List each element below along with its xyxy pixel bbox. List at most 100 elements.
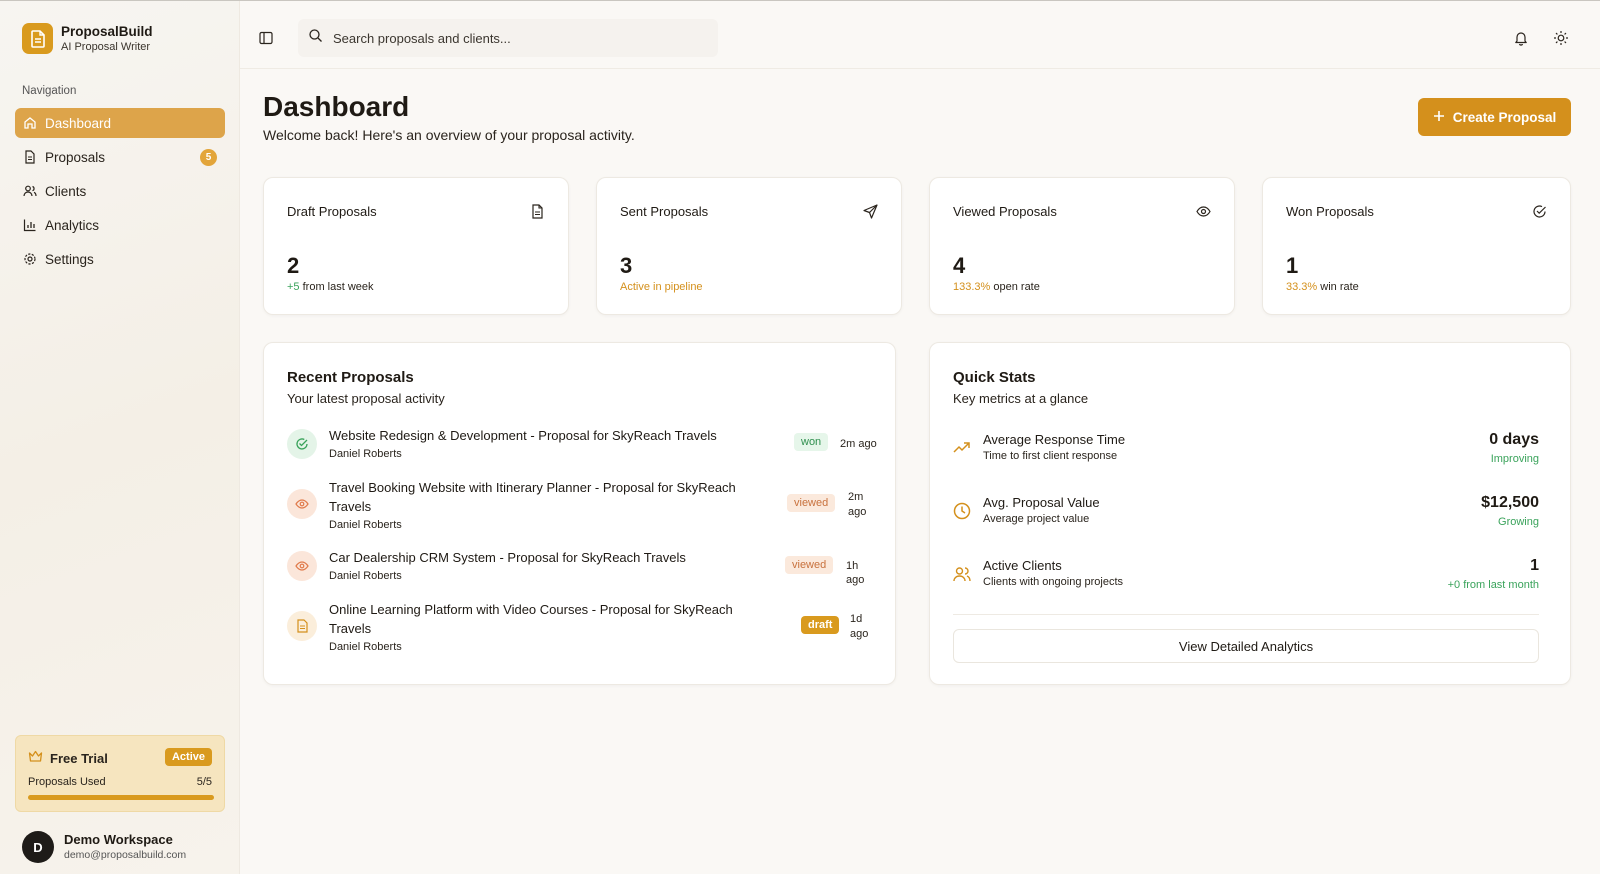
proposal-title-line-2: Travels — [329, 499, 372, 514]
quick-stat-response-time: Average Response Time Time to first clie… — [953, 431, 1539, 472]
stat-value: 3 — [620, 253, 633, 278]
quick-stat-value: 0 days — [1489, 431, 1539, 448]
brand-name: ProposalBuild — [61, 23, 153, 39]
stat-card-draft: Draft Proposals 2 +5 from last week — [263, 177, 569, 315]
trial-title: Free Trial — [28, 750, 108, 766]
create-proposal-button[interactable]: Create Proposal — [1418, 98, 1571, 136]
stat-value: 1 — [1286, 253, 1299, 278]
page-title: Dashboard — [263, 91, 410, 122]
sidebar-item-settings[interactable]: Settings — [15, 244, 225, 274]
stat-sub-highlight: 133.3% — [953, 281, 991, 293]
search-input[interactable] — [333, 30, 693, 46]
plus-icon — [1433, 110, 1445, 125]
proposal-title-line-2: Travels — [329, 621, 372, 636]
search-icon — [308, 28, 323, 48]
gear-icon — [23, 252, 37, 266]
main-content: Dashboard Welcome back! Here's an overvi… — [240, 69, 1600, 874]
check-circle-icon — [1532, 204, 1547, 219]
stat-sub: 133.3% open rate — [953, 281, 1040, 293]
sidebar-toggle-icon[interactable] — [258, 30, 274, 46]
sidebar-item-analytics[interactable]: Analytics — [15, 210, 225, 240]
sun-icon[interactable] — [1553, 30, 1569, 46]
sidebar-item-label: Clients — [45, 183, 87, 199]
brand-tagline: AI Proposal Writer — [61, 40, 151, 53]
sidebar-item-label: Settings — [45, 251, 94, 267]
recent-proposals-title: Recent Proposals — [287, 369, 414, 386]
status-badge: viewed — [787, 494, 836, 512]
stat-value: 4 — [953, 253, 966, 278]
bar-chart-icon — [23, 218, 37, 232]
proposal-time-line-2: ago — [850, 628, 869, 640]
proposal-title: Car Dealership CRM System - Proposal for… — [329, 550, 686, 565]
sidebar-item-label: Analytics — [45, 217, 100, 233]
brand[interactable]: ProposalBuild AI Proposal Writer — [22, 23, 153, 54]
workspace-name: Demo Workspace — [64, 832, 173, 847]
list-item[interactable]: Travel Booking Website with Itinerary Pl… — [287, 479, 877, 535]
list-item[interactable]: Website Redesign & Development - Proposa… — [287, 427, 877, 469]
crown-icon — [28, 750, 43, 766]
eye-icon — [1196, 204, 1211, 219]
stat-label: Draft Proposals — [287, 204, 377, 219]
proposal-time-line-1: 2m — [848, 491, 864, 503]
home-icon — [23, 116, 37, 130]
stat-sub-highlight: Active in pipeline — [620, 281, 703, 293]
quick-stat-desc: Average project value — [983, 513, 1090, 525]
divider — [953, 614, 1539, 615]
stat-sub-highlight: 33.3% — [1286, 281, 1318, 293]
quick-stat-desc: Time to first client response — [983, 450, 1118, 462]
proposals-used-label: Proposals Used — [28, 776, 106, 788]
trial-progress-fill — [28, 795, 214, 800]
workspace-switcher[interactable]: D Demo Workspace demo@proposalbuild.com — [22, 831, 186, 863]
stat-label: Viewed Proposals — [953, 204, 1057, 219]
quick-stat-label: Avg. Proposal Value — [983, 495, 1100, 510]
topbar — [240, 1, 1600, 69]
view-detailed-analytics-button[interactable]: View Detailed Analytics — [953, 629, 1539, 663]
quick-stat-active-clients: Active Clients Clients with ongoing proj… — [953, 557, 1539, 598]
list-item[interactable]: Car Dealership CRM System - Proposal for… — [287, 549, 877, 591]
bell-icon[interactable] — [1513, 30, 1529, 46]
recent-proposals-subtitle: Your latest proposal activity — [287, 391, 445, 406]
document-icon — [23, 150, 37, 164]
quick-stat-trend: Growing — [1498, 516, 1539, 528]
stat-card-sent: Sent Proposals 3 Active in pipeline — [596, 177, 902, 315]
create-proposal-label: Create Proposal — [1452, 109, 1557, 125]
search-bar[interactable] — [298, 19, 718, 57]
proposal-time-line-2: ago — [848, 506, 867, 518]
proposal-author: Daniel Roberts — [329, 519, 402, 531]
eye-icon — [287, 489, 317, 519]
proposal-time: 2m ago — [840, 438, 877, 450]
stat-label: Sent Proposals — [620, 204, 709, 219]
stat-label: Won Proposals — [1286, 204, 1374, 219]
stat-sub-text: win rate — [1320, 281, 1359, 293]
workspace-email: demo@proposalbuild.com — [64, 849, 187, 861]
recent-proposals-card: Recent Proposals Your latest proposal ac… — [263, 342, 896, 685]
proposal-time: 1h ago — [846, 560, 865, 586]
sidebar-item-dashboard[interactable]: Dashboard — [15, 108, 225, 138]
proposal-time-line-1: 1d — [850, 613, 863, 625]
sidebar-item-clients[interactable]: Clients — [15, 176, 225, 206]
stat-sub-text: from last week — [302, 281, 374, 293]
proposals-used-count: 5/5 — [196, 776, 212, 788]
stat-value: 2 — [287, 253, 300, 278]
page-subtitle: Welcome back! Here's an overview of your… — [263, 127, 635, 143]
check-circle-icon — [287, 429, 317, 459]
sidebar-nav: Dashboard Proposals 5 Clients Analytics — [15, 108, 225, 278]
eye-icon — [287, 551, 317, 581]
sidebar-item-proposals[interactable]: Proposals 5 — [15, 142, 225, 172]
list-item[interactable]: Online Learning Platform with Video Cour… — [287, 601, 877, 657]
sidebar-item-label: Proposals — [45, 149, 106, 165]
stat-sub-text: open rate — [993, 281, 1040, 293]
stat-card-viewed: Viewed Proposals 4 133.3% open rate — [929, 177, 1235, 315]
document-icon — [530, 204, 545, 219]
proposal-title-line-1: Online Learning Platform with Video Cour… — [329, 602, 733, 617]
quick-stat-value: $12,500 — [1481, 494, 1539, 511]
proposal-title: Website Redesign & Development - Proposa… — [329, 428, 717, 443]
quick-stat-proposal-value: Avg. Proposal Value Average project valu… — [953, 494, 1539, 535]
sidebar: ProposalBuild AI Proposal Writer Navigat… — [0, 1, 240, 874]
proposals-count-badge: 5 — [200, 149, 217, 166]
status-badge: draft — [801, 616, 840, 634]
sidebar-item-label: Dashboard — [45, 115, 112, 131]
nav-heading: Navigation — [22, 85, 77, 97]
quick-stat-trend: Improving — [1490, 453, 1539, 465]
quick-stats-subtitle: Key metrics at a glance — [953, 391, 1089, 406]
